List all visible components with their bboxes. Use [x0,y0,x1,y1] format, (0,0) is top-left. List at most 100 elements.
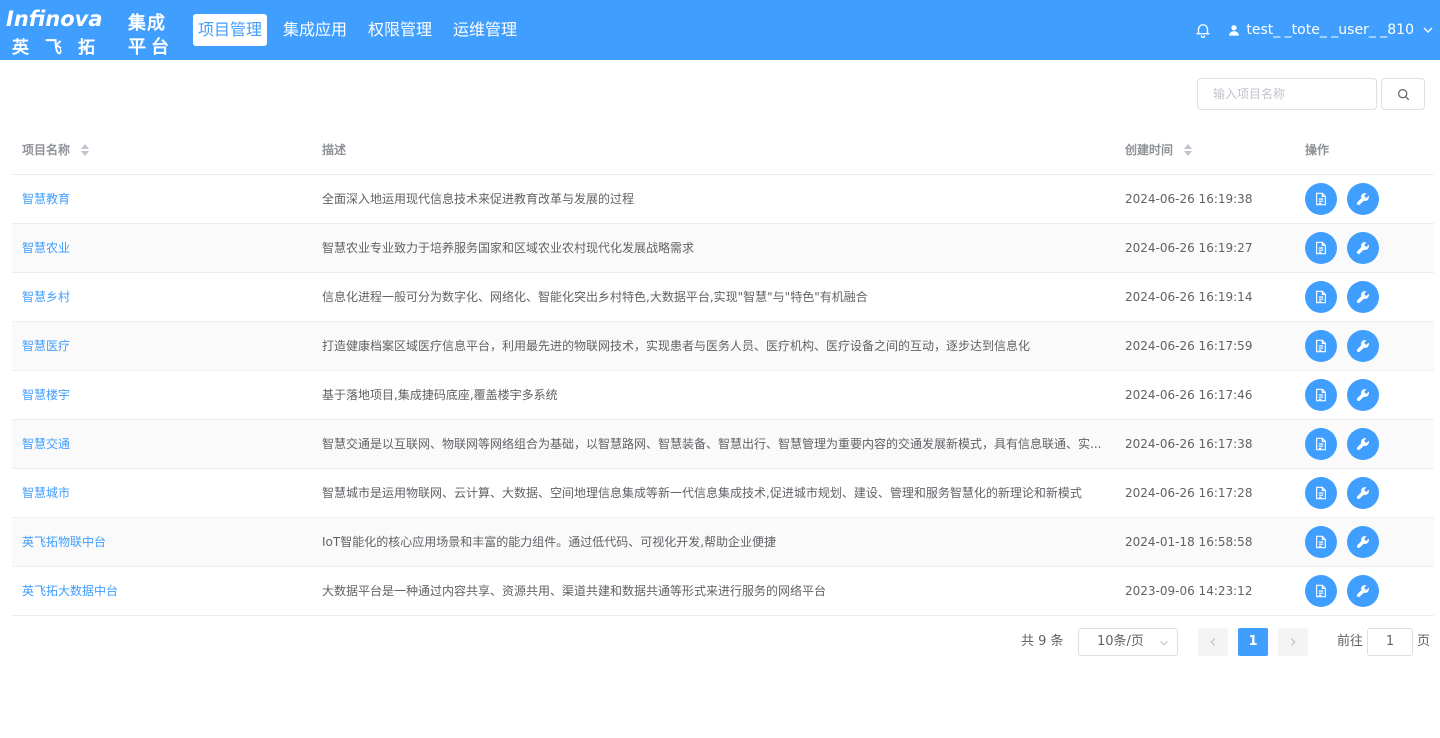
row-actions [1305,420,1425,468]
prev-page-button[interactable] [1198,628,1228,656]
project-description: 智慧交通是以互联网、物联网等网络组合为基础，以智慧路网、智慧装备、智慧出行、智慧… [322,437,1102,451]
project-search-input[interactable] [1198,79,1376,109]
table-row: 智慧教育 全面深入地运用现代信息技术来促进教育改革与发展的过程 2024-06-26… [12,175,1434,224]
document-icon [1316,339,1326,353]
page-number-current[interactable]: 1 [1238,628,1268,656]
search-button[interactable] [1381,78,1425,110]
view-details-button[interactable] [1305,428,1337,460]
wrench-icon [1356,536,1369,549]
brand-logo[interactable]: Infinova 英飞拓 集成 平台 [6,6,176,58]
project-created-time: 2024-06-26 16:17:38 [1125,437,1253,451]
nav-item-permission-management[interactable]: 权限管理 [363,14,437,46]
sort-icon[interactable] [80,143,90,157]
project-description: IoT智能化的核心应用场景和丰富的能力组件。通过低代码、可视化开发,帮助企业便捷 [322,535,777,549]
configure-button[interactable] [1347,526,1379,558]
project-name-link[interactable]: 智慧农业 [22,224,302,272]
table-row: 智慧楼宇 基于落地项目,集成捷码底座,覆盖楼宇多系统 2024-06-26 16:1… [12,371,1434,420]
table-body: 智慧教育 全面深入地运用现代信息技术来促进教育改革与发展的过程 2024-06-26… [12,175,1434,616]
project-created-time: 2024-06-26 16:19:38 [1125,192,1253,206]
project-name-link[interactable]: 智慧乡村 [22,273,302,321]
configure-button[interactable] [1347,281,1379,313]
configure-button[interactable] [1347,232,1379,264]
main-nav: 项目管理 集成应用 权限管理 运维管理 [193,14,533,46]
row-actions [1305,567,1425,615]
project-search [1197,78,1377,110]
row-actions [1305,322,1425,370]
table-row: 智慧城市 智慧城市是运用物联网、云计算、大数据、空间地理信息集成等新一代信息集成技… [12,469,1434,518]
wrench-icon [1356,389,1369,402]
wrench-icon [1356,438,1369,451]
chevron-down-icon[interactable] [1422,24,1434,36]
brand-subtitle-2: 平台 [128,37,174,58]
pagination: 共 9 条 10条/页 1 前往 1 页 [0,628,1440,656]
view-details-button[interactable] [1305,330,1337,362]
project-name-link[interactable]: 智慧交通 [22,420,302,468]
document-icon [1316,535,1326,549]
project-description: 智慧农业专业致力于培养服务国家和区域农业农村现代化发展战略需求 [322,241,695,255]
username[interactable]: test_ _tote_ _user_ _810 [1246,22,1414,38]
configure-button[interactable] [1347,330,1379,362]
project-table: 项目名称 描述 创建时间 操作 智慧教育 全面深入地运用现代信息技术来促进教育改革… [12,125,1434,616]
project-created-time: 2024-06-26 16:17:28 [1125,486,1253,500]
project-name-link[interactable]: 英飞拓大数据中台 [22,567,302,615]
sort-icon[interactable] [1183,143,1193,157]
wrench-icon [1356,487,1369,500]
project-description: 信息化进程一般可分为数字化、网络化、智能化突出乡村特色,大数据平台,实现"智慧"… [322,290,868,304]
row-actions [1305,518,1425,566]
document-icon [1316,290,1326,304]
view-details-button[interactable] [1305,477,1337,509]
wrench-icon [1356,291,1369,304]
project-description: 打造健康档案区域医疗信息平台，利用最先进的物联网技术，实现患者与医务人员、医疗机… [322,339,1031,353]
wrench-icon [1356,193,1369,206]
goto-page-input[interactable]: 1 [1367,628,1413,656]
table-row: 智慧交通 智慧交通是以互联网、物联网等网络组合为基础，以智慧路网、智慧装备、智慧出… [12,420,1434,469]
search-icon [1397,88,1409,100]
view-details-button[interactable] [1305,379,1337,411]
project-name-link[interactable]: 智慧城市 [22,469,302,517]
column-header-name[interactable]: 项目名称 [22,125,90,175]
document-icon [1316,486,1326,500]
configure-button[interactable] [1347,379,1379,411]
project-created-time: 2024-06-26 16:17:46 [1125,388,1253,402]
project-name-link[interactable]: 智慧楼宇 [22,371,302,419]
total-count: 共 9 条 [1021,634,1064,649]
brand-name-en: Infinova [6,7,103,31]
document-icon [1316,241,1326,255]
page-size-value: 10条/页 [1097,634,1144,649]
configure-button[interactable] [1347,428,1379,460]
view-details-button[interactable] [1305,232,1337,264]
goto-label: 前往 [1337,634,1364,649]
view-details-button[interactable] [1305,183,1337,215]
project-name-link[interactable]: 英飞拓物联中台 [22,518,302,566]
configure-button[interactable] [1347,183,1379,215]
nav-item-integrated-apps[interactable]: 集成应用 [278,14,352,46]
next-page-button[interactable] [1278,628,1308,656]
configure-button[interactable] [1347,477,1379,509]
project-created-time: 2024-06-26 16:17:59 [1125,339,1253,353]
nav-item-project-management[interactable]: 项目管理 [193,14,268,46]
project-name-link[interactable]: 智慧教育 [22,175,302,223]
row-actions [1305,224,1425,272]
project-created-time: 2024-06-26 16:19:27 [1125,241,1253,255]
table-row: 英飞拓大数据中台 大数据平台是一种通过内容共享、资源共用、渠道共建和数据共通等形式… [12,567,1434,616]
nav-item-ops-management[interactable]: 运维管理 [448,14,522,46]
view-details-button[interactable] [1305,526,1337,558]
goto-suffix: 页 [1417,634,1431,649]
page-size-select[interactable]: 10条/页 [1078,628,1178,656]
view-details-button[interactable] [1305,575,1337,607]
table-row: 英飞拓物联中台 IoT智能化的核心应用场景和丰富的能力组件。通过低代码、可视化开发… [12,518,1434,567]
wrench-icon [1356,340,1369,353]
row-actions [1305,273,1425,321]
table-row: 智慧乡村 信息化进程一般可分为数字化、网络化、智能化突出乡村特色,大数据平台,实现… [12,273,1434,322]
view-details-button[interactable] [1305,281,1337,313]
brand-name-cn: 英飞拓 [12,38,111,58]
user-area: test_ _tote_ _user_ _810 [1194,0,1434,60]
column-header-time[interactable]: 创建时间 [1125,125,1193,175]
document-icon [1316,388,1326,402]
project-name-link[interactable]: 智慧医疗 [22,322,302,370]
chevron-down-icon [1160,640,1168,646]
bell-icon[interactable] [1194,21,1212,39]
wrench-icon [1356,585,1369,598]
chevron-right-icon [1290,638,1296,646]
configure-button[interactable] [1347,575,1379,607]
